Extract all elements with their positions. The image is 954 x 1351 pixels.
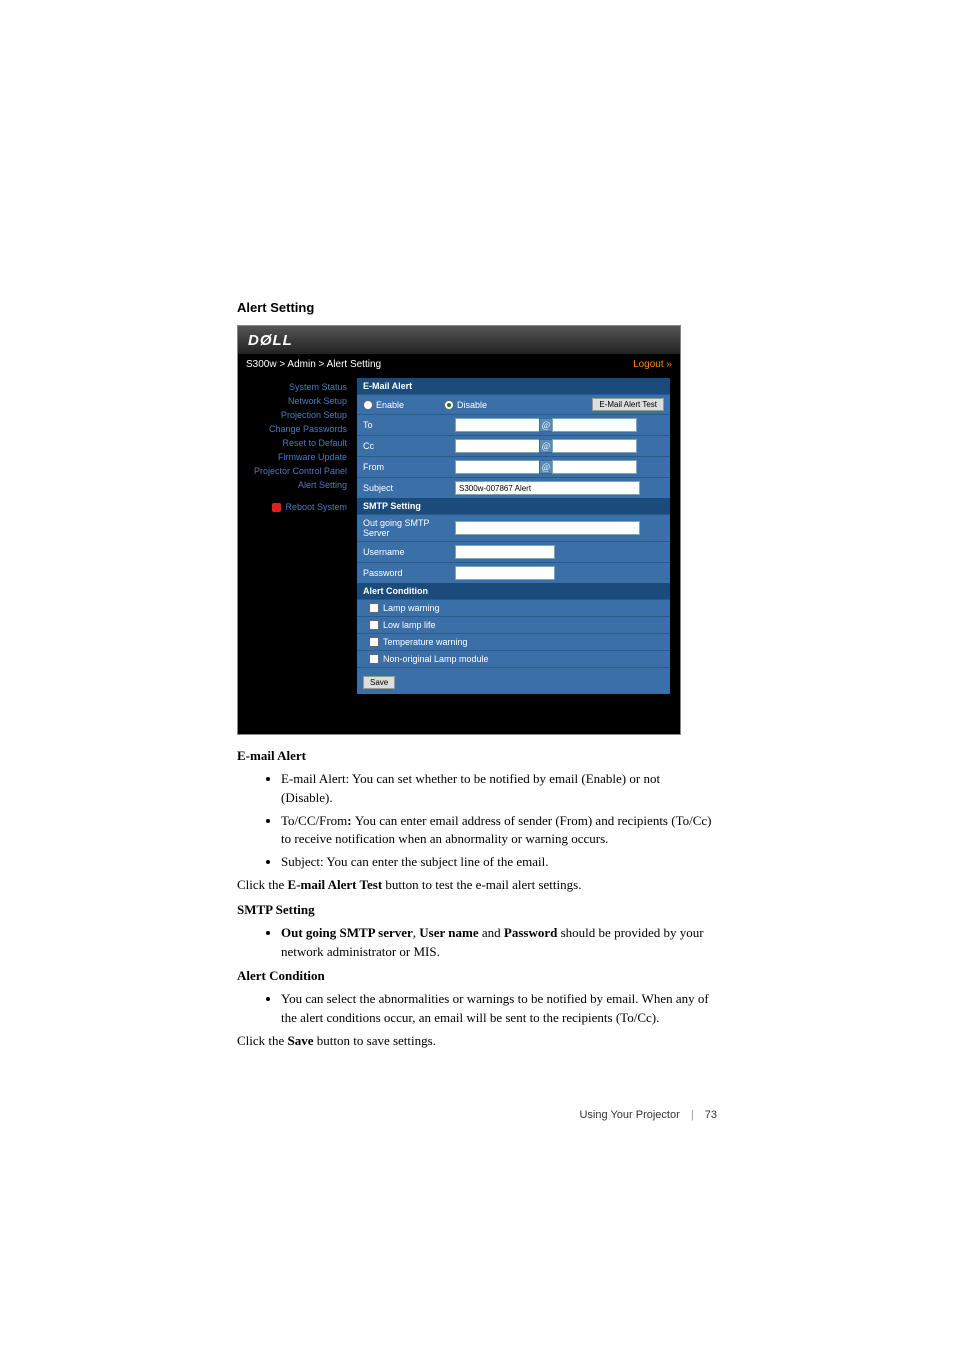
smtp-header: SMTP Setting <box>357 498 670 514</box>
sidebar-item-reboot[interactable]: Reboot System <box>244 500 347 514</box>
at-icon: @ <box>539 439 553 453</box>
cc-label: Cc <box>363 441 455 451</box>
sidebar-item-firmware-update[interactable]: Firmware Update <box>244 450 347 464</box>
footer-divider: | <box>691 1109 694 1121</box>
doc-bullet: E-mail Alert: You can set whether to be … <box>281 770 717 808</box>
email-alert-heading: E-mail Alert <box>237 747 717 766</box>
sidebar-item-alert-setting[interactable]: Alert Setting <box>244 478 347 492</box>
password-label: Password <box>363 568 455 578</box>
sidebar-item-projection-setup[interactable]: Projection Setup <box>244 408 347 422</box>
temperature-label: Temperature warning <box>383 637 468 647</box>
email-alert-header: E-Mail Alert <box>357 378 670 394</box>
disable-radio[interactable]: Disable <box>444 400 487 410</box>
username-input[interactable] <box>455 545 555 559</box>
cc-domain-input[interactable] <box>552 439 637 453</box>
dell-logo: DØLL <box>248 332 293 349</box>
subject-input[interactable] <box>455 481 640 495</box>
to-user-input[interactable] <box>455 418 540 432</box>
sidebar-item-network-setup[interactable]: Network Setup <box>244 394 347 408</box>
from-domain-input[interactable] <box>552 460 637 474</box>
reboot-label: Reboot System <box>285 502 347 512</box>
from-label: From <box>363 462 455 472</box>
smtp-server-label: Out going SMTP Server <box>363 518 455 538</box>
at-icon: @ <box>539 418 553 432</box>
lamp-warning-checkbox[interactable] <box>369 603 379 613</box>
doc-paragraph: Click the E-mail Alert Test button to te… <box>237 876 717 895</box>
page-number: 73 <box>705 1109 717 1121</box>
doc-bullet: Out going SMTP server, User name and Pas… <box>281 924 717 962</box>
admin-screenshot: DØLL S300w > Admin > Alert Setting Logou… <box>237 325 681 735</box>
doc-paragraph: Click the Save button to save settings. <box>237 1032 717 1051</box>
breadcrumb: S300w > Admin > Alert Setting <box>246 359 381 370</box>
temperature-checkbox[interactable] <box>369 637 379 647</box>
screenshot-footer <box>238 704 680 734</box>
enable-radio[interactable]: Enable <box>363 400 404 410</box>
condition-header: Alert Condition <box>357 583 670 599</box>
cc-user-input[interactable] <box>455 439 540 453</box>
non-original-label: Non-original Lamp module <box>383 654 489 664</box>
non-original-checkbox[interactable] <box>369 654 379 664</box>
password-input[interactable] <box>455 566 555 580</box>
page-footer: Using Your Projector | 73 <box>579 1109 717 1121</box>
radio-icon <box>363 400 373 410</box>
dell-header: DØLL <box>238 326 680 354</box>
doc-bullet: You can select the abnormalities or warn… <box>281 990 717 1028</box>
footer-text: Using Your Projector <box>579 1109 679 1121</box>
radio-icon <box>444 400 454 410</box>
sidebar-item-reset-default[interactable]: Reset to Default <box>244 436 347 450</box>
sidebar-item-change-passwords[interactable]: Change Passwords <box>244 422 347 436</box>
sidebar-item-projector-control[interactable]: Projector Control Panel <box>244 464 347 478</box>
low-lamp-label: Low lamp life <box>383 620 436 630</box>
low-lamp-checkbox[interactable] <box>369 620 379 630</box>
enable-label: Enable <box>376 400 404 410</box>
from-user-input[interactable] <box>455 460 540 474</box>
content-panel: E-Mail Alert Enable Disable E-Mail Alert… <box>353 374 680 704</box>
email-test-button[interactable]: E-Mail Alert Test <box>592 398 664 411</box>
to-label: To <box>363 420 455 430</box>
at-icon: @ <box>539 460 553 474</box>
smtp-server-input[interactable] <box>455 521 640 535</box>
username-label: Username <box>363 547 455 557</box>
section-title: Alert Setting <box>237 300 717 315</box>
disable-label: Disable <box>457 400 487 410</box>
doc-bullet: Subject: You can enter the subject line … <box>281 853 717 872</box>
sidebar: System Status Network Setup Projection S… <box>238 374 353 704</box>
condition-heading: Alert Condition <box>237 967 717 986</box>
breadcrumb-bar: S300w > Admin > Alert Setting Logout » <box>238 354 680 374</box>
smtp-heading: SMTP Setting <box>237 901 717 920</box>
save-button[interactable]: Save <box>363 676 395 689</box>
logout-link[interactable]: Logout » <box>633 359 672 370</box>
reboot-icon <box>272 503 281 512</box>
subject-label: Subject <box>363 483 455 493</box>
to-domain-input[interactable] <box>552 418 637 432</box>
lamp-warning-label: Lamp warning <box>383 603 440 613</box>
sidebar-item-system-status[interactable]: System Status <box>244 380 347 394</box>
doc-bullet: To/CC/From: You can enter email address … <box>281 812 717 850</box>
